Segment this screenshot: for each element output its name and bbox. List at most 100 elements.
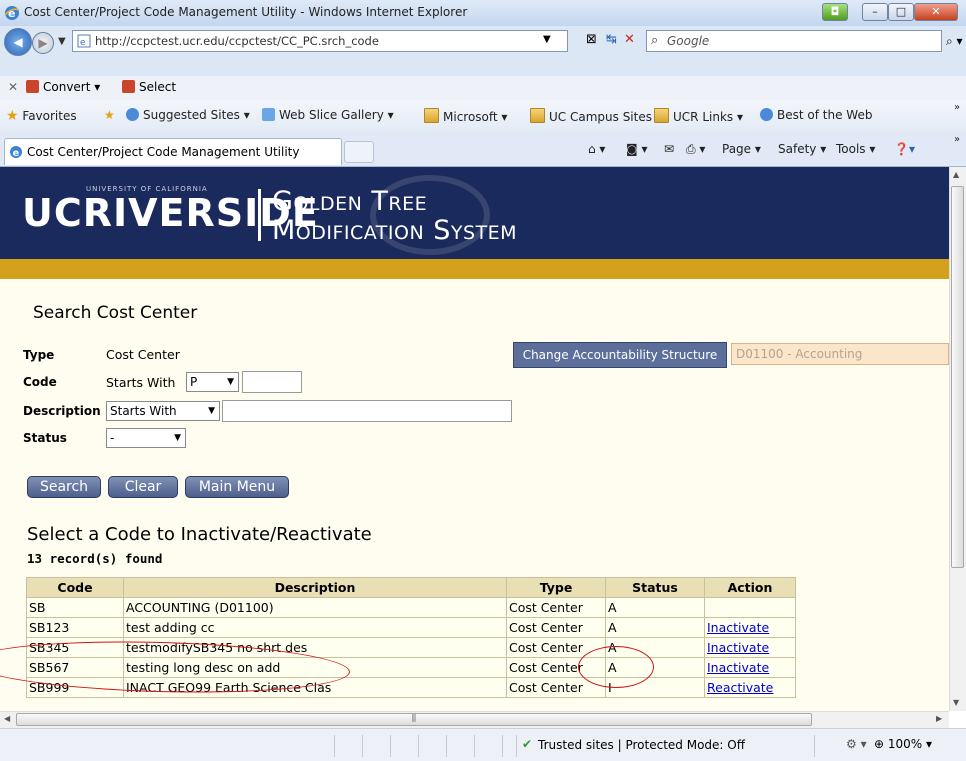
status-divider bbox=[334, 735, 335, 757]
change-accountability-button[interactable]: Change Accountability Structure bbox=[513, 342, 727, 368]
column-header-action[interactable]: Action bbox=[704, 577, 796, 598]
minimize-button[interactable]: – bbox=[862, 3, 888, 21]
status-divider bbox=[814, 735, 815, 757]
system-title-line1: Golden Tree bbox=[272, 186, 428, 217]
favorite-item[interactable]: UCR Links ▾ bbox=[654, 108, 743, 124]
web-slice-icon bbox=[262, 108, 275, 121]
reactivate-link[interactable]: Reactivate bbox=[707, 680, 773, 695]
favorite-item[interactable]: Web Slice Gallery ▾ bbox=[262, 108, 394, 122]
back-button[interactable]: ◀ bbox=[4, 28, 32, 56]
favorite-item[interactable]: Suggested Sites ▾ bbox=[126, 108, 250, 122]
chevron-more-icon[interactable]: » bbox=[954, 102, 960, 113]
folder-icon bbox=[530, 108, 545, 123]
forward-button[interactable]: ▶ bbox=[32, 32, 54, 54]
security-zone[interactable]: Trusted sites | Protected Mode: Off bbox=[538, 738, 745, 752]
maximize-button[interactable]: □ bbox=[888, 3, 914, 21]
mail-icon[interactable]: ✉ bbox=[664, 142, 674, 156]
table-header-row: Code Description Type Status Action bbox=[26, 577, 796, 598]
status-bar: ✔ Trusted sites | Protected Mode: Off ⚙ … bbox=[0, 728, 966, 761]
column-header-description[interactable]: Description bbox=[123, 577, 507, 598]
page-title: Search Cost Center bbox=[33, 303, 198, 323]
favorites-star-icon: ★ bbox=[6, 108, 19, 124]
ie-tab-icon: e bbox=[9, 145, 23, 162]
scroll-left-icon[interactable]: ◀ bbox=[4, 714, 10, 723]
stop-icon[interactable]: ✕ bbox=[624, 32, 635, 47]
search-icon[interactable]: ⌕ ▾ bbox=[946, 34, 963, 49]
convert-button[interactable]: Convert ▾ bbox=[26, 80, 100, 94]
favorite-item[interactable]: Best of the Web bbox=[760, 108, 872, 122]
column-header-status[interactable]: Status bbox=[605, 577, 705, 598]
tab-current-page[interactable]: e Cost Center/Project Code Management Ut… bbox=[4, 138, 342, 165]
safety-menu[interactable]: Safety ▾ bbox=[778, 142, 826, 156]
refresh-icon[interactable]: ↹ bbox=[606, 32, 617, 47]
chevron-down-icon: ▼ bbox=[227, 377, 234, 387]
add-to-favorites-icon[interactable]: ★ bbox=[104, 108, 115, 122]
close-button[interactable]: ✕ bbox=[914, 3, 958, 21]
status-select-value: - bbox=[110, 431, 115, 445]
chevron-more-icon[interactable]: » bbox=[954, 134, 960, 145]
home-icon[interactable]: ⌂ ▾ bbox=[588, 142, 605, 156]
svg-text:e: e bbox=[13, 148, 20, 159]
code-mode: Starts With bbox=[106, 375, 176, 390]
clear-button[interactable]: Clear bbox=[108, 476, 178, 498]
type-label: Type bbox=[23, 348, 55, 362]
search-placeholder: Google bbox=[667, 34, 710, 48]
column-header-type[interactable]: Type bbox=[506, 577, 606, 598]
code-label: Code bbox=[23, 375, 57, 389]
favorites-button[interactable]: ★ Favorites bbox=[6, 108, 77, 124]
inactivate-link[interactable]: Inactivate bbox=[707, 620, 769, 635]
gold-divider bbox=[0, 259, 949, 279]
folder-icon bbox=[424, 108, 439, 123]
inactivate-link[interactable]: Inactivate bbox=[707, 640, 769, 655]
column-header-code[interactable]: Code bbox=[26, 577, 124, 598]
description-input[interactable] bbox=[222, 400, 512, 422]
print-icon[interactable]: ⎙ ▾ bbox=[686, 142, 705, 157]
window-help-button[interactable]: ◘ bbox=[822, 3, 848, 21]
description-mode-value: Starts With bbox=[110, 404, 177, 418]
window-title-bar: e Cost Center/Project Code Management Ut… bbox=[0, 0, 966, 27]
status-divider bbox=[502, 735, 503, 757]
page-menu[interactable]: Page ▾ bbox=[722, 142, 761, 156]
cell-status: A bbox=[605, 657, 705, 678]
page-menu-label: Page bbox=[722, 142, 752, 156]
page-content: UNIVERSITY OF CALIFORNIA UCRIVERSIDE Gol… bbox=[0, 167, 949, 711]
ie-logo-icon: e bbox=[4, 5, 20, 21]
recent-pages-dropdown-icon[interactable]: ▼ bbox=[58, 36, 66, 47]
address-dropdown-icon[interactable]: ▼ bbox=[543, 34, 551, 45]
cell-action: Inactivate bbox=[704, 637, 796, 658]
search-button[interactable]: Search bbox=[27, 476, 101, 498]
status-divider bbox=[446, 735, 447, 757]
search-input[interactable]: ⌕ Google bbox=[646, 30, 942, 52]
compatibility-view-icon[interactable]: ⊠ bbox=[586, 32, 597, 47]
scroll-right-icon[interactable]: ▶ bbox=[936, 714, 942, 723]
code-input[interactable] bbox=[242, 371, 302, 393]
cell-code: SB123 bbox=[26, 617, 124, 638]
scroll-down-icon[interactable]: ▼ bbox=[953, 698, 959, 707]
inactivate-link[interactable]: Inactivate bbox=[707, 660, 769, 675]
cell-description: ACCOUNTING (D01100) bbox=[123, 597, 507, 618]
tools-menu[interactable]: Tools ▾ bbox=[836, 142, 875, 156]
help-icon[interactable]: ❓▾ bbox=[894, 142, 915, 156]
status-select[interactable]: - ▼ bbox=[106, 428, 186, 448]
close-toolbar-icon[interactable]: ✕ bbox=[8, 80, 18, 94]
horizontal-scroll-thumb[interactable]: ⫼ bbox=[16, 713, 812, 726]
tab-bar: e Cost Center/Project Code Management Ut… bbox=[0, 132, 966, 167]
protected-mode-icon[interactable]: ⚙ ▾ bbox=[846, 737, 867, 751]
scroll-up-icon[interactable]: ▲ bbox=[953, 170, 959, 179]
description-mode-select[interactable]: Starts With ▼ bbox=[106, 401, 220, 421]
feeds-icon[interactable]: ◙ ▾ bbox=[626, 142, 647, 156]
address-field[interactable]: e http://ccpctest.ucr.edu/ccpctest/CC_PC… bbox=[72, 30, 568, 52]
description-label: Description bbox=[23, 404, 101, 418]
chevron-down-icon: ▼ bbox=[208, 406, 215, 416]
favorite-item[interactable]: Microsoft ▾ bbox=[424, 108, 507, 124]
cell-description: testmodifySB345 no shrt des bbox=[123, 637, 507, 658]
new-tab-button[interactable] bbox=[344, 141, 374, 163]
select-button[interactable]: Select bbox=[122, 80, 176, 94]
code-prefix-select[interactable]: P ▼ bbox=[186, 372, 239, 392]
main-menu-button[interactable]: Main Menu bbox=[185, 476, 289, 498]
vertical-scroll-thumb[interactable] bbox=[951, 186, 964, 568]
zoom-control[interactable]: ⊕ 100% ▾ bbox=[874, 737, 932, 751]
cell-code: SB bbox=[26, 597, 124, 618]
favorite-item[interactable]: UC Campus Sites ▾ bbox=[530, 108, 662, 124]
address-url: http://ccpctest.ucr.edu/ccpctest/CC_PC.s… bbox=[95, 34, 379, 48]
